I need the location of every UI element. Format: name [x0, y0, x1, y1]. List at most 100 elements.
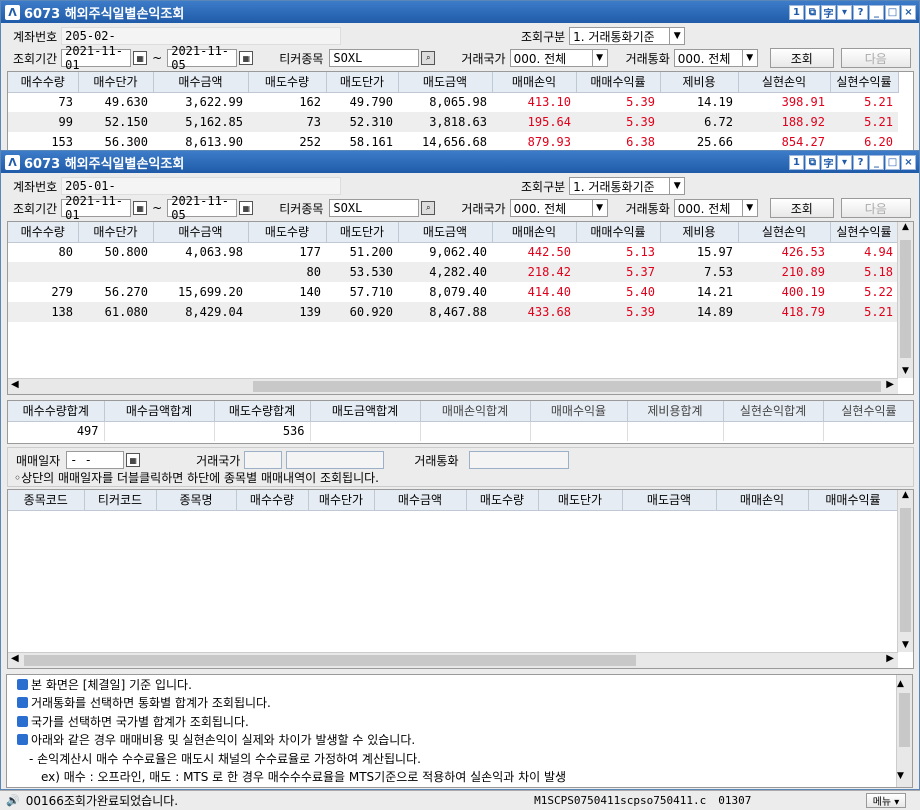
detail-vertical-scrollbar[interactable]: ▲ ▼: [897, 490, 913, 652]
scroll-right-icon[interactable]: ▶: [886, 653, 894, 664]
column-header[interactable]: 매도단가: [326, 72, 399, 93]
account-input[interactable]: 205-01-: [61, 177, 342, 195]
column-header[interactable]: 매매손익: [716, 490, 809, 511]
date-to-input[interactable]: 2021-11-05: [167, 194, 238, 222]
currency-select[interactable]: 000. 전체 ▼: [673, 49, 758, 67]
column-header[interactable]: 매도금액: [622, 490, 717, 511]
font-icon[interactable]: 字: [821, 4, 836, 20]
column-header[interactable]: 제비용: [660, 72, 739, 93]
column-header[interactable]: 티커코드: [84, 490, 157, 511]
date-to-input[interactable]: 2021-11-05: [167, 44, 238, 72]
column-header[interactable]: 매매수익률: [808, 490, 899, 511]
column-header[interactable]: 매도단가: [326, 222, 399, 243]
scroll-left-icon[interactable]: ◀: [11, 653, 19, 664]
help-icon[interactable]: ?: [853, 4, 868, 20]
column-header[interactable]: 매도수량: [466, 490, 539, 511]
ticker-input[interactable]: SOXL: [329, 199, 420, 217]
scroll-left-icon[interactable]: ◀: [11, 379, 19, 390]
result-vertical-scrollbar[interactable]: ▲ ▼: [897, 222, 913, 378]
column-header[interactable]: 매도수량: [248, 72, 327, 93]
maximize-icon[interactable]: □: [885, 154, 900, 170]
column-header[interactable]: 매도단가: [538, 490, 623, 511]
column-header[interactable]: 매수단가: [78, 72, 154, 93]
column-header[interactable]: 종목명: [156, 490, 237, 511]
options-icon[interactable]: ▾: [837, 4, 852, 20]
scroll-up-icon[interactable]: ▲: [898, 222, 913, 232]
currency-select[interactable]: 000. 전체 ▼: [673, 199, 758, 217]
column-header[interactable]: 매도금액: [398, 72, 493, 93]
column-header[interactable]: 실현수익률: [830, 222, 899, 243]
scroll-down-icon[interactable]: ▼: [898, 366, 913, 376]
calendar-icon[interactable]: ▦: [133, 201, 148, 215]
maximize-icon[interactable]: □: [885, 4, 900, 20]
column-header[interactable]: 제비용: [660, 222, 739, 243]
column-header[interactable]: 실현수익률: [830, 72, 899, 93]
copy-window-icon[interactable]: ⧉: [805, 4, 820, 20]
minimize-icon[interactable]: _: [869, 4, 884, 20]
calendar-icon[interactable]: ▦: [126, 453, 141, 467]
notes-scrollbar[interactable]: ▲ ▼: [896, 675, 912, 787]
search-button[interactable]: 조회: [769, 198, 834, 218]
scroll-thumb[interactable]: [253, 381, 881, 392]
menu-button[interactable]: 메뉴 ▾: [866, 793, 906, 808]
next-button[interactable]: 다음: [840, 48, 911, 68]
next-button[interactable]: 다음: [840, 198, 911, 218]
country-select[interactable]: 000. 전체 ▼: [509, 199, 608, 217]
column-header[interactable]: 매매수익률: [576, 72, 661, 93]
query-type-select[interactable]: 1. 거래통화기준 ▼: [569, 27, 686, 45]
column-header[interactable]: 종목코드: [8, 490, 85, 511]
table-row[interactable]: 138 61.080 8,429.04 139 60.920 8,467.88 433.68…: [8, 302, 898, 322]
table-row[interactable]: 279 56.270 15,699.20 140 57.710 8,079.40 414.4…: [8, 282, 898, 302]
calendar-icon[interactable]: ▦: [133, 51, 148, 65]
scroll-up-icon[interactable]: ▲: [898, 490, 913, 500]
pin-icon[interactable]: 1: [789, 4, 804, 20]
scroll-right-icon[interactable]: ▶: [886, 379, 894, 390]
column-header[interactable]: 실현손익: [738, 222, 831, 243]
query-type-select[interactable]: 1. 거래통화기준 ▼: [569, 177, 686, 195]
column-header[interactable]: 매수수량: [8, 72, 79, 93]
column-header[interactable]: 매수금액: [153, 72, 249, 93]
table-row[interactable]: 80 50.800 4,063.98 177 51.200 9,062.40 442.50 5…: [8, 242, 898, 262]
column-header[interactable]: 매도수량: [248, 222, 327, 243]
column-header[interactable]: 매수단가: [308, 490, 375, 511]
scroll-thumb[interactable]: [24, 655, 636, 666]
search-icon[interactable]: ⌕: [421, 201, 436, 215]
close-icon[interactable]: ×: [901, 4, 916, 20]
search-button[interactable]: 조회: [769, 48, 834, 68]
country-select[interactable]: 000. 전체 ▼: [509, 49, 608, 67]
column-header[interactable]: 매도금액: [398, 222, 493, 243]
help-icon[interactable]: ?: [853, 154, 868, 170]
minimize-icon[interactable]: _: [869, 154, 884, 170]
font-icon[interactable]: 字: [821, 154, 836, 170]
pin-icon[interactable]: 1: [789, 154, 804, 170]
options-icon[interactable]: ▾: [837, 154, 852, 170]
scroll-thumb[interactable]: [900, 508, 911, 632]
search-icon[interactable]: ⌕: [421, 51, 436, 65]
account-input[interactable]: 205-02-: [61, 27, 342, 45]
result-horizontal-scrollbar[interactable]: ◀ ▶: [8, 378, 898, 394]
detail-horizontal-scrollbar[interactable]: ◀ ▶: [8, 652, 898, 668]
column-header[interactable]: 매매손익: [492, 72, 577, 93]
scroll-thumb[interactable]: [900, 240, 911, 358]
ticker-input[interactable]: SOXL: [329, 49, 420, 67]
close-icon[interactable]: ×: [901, 154, 916, 170]
column-header[interactable]: 매수금액: [374, 490, 467, 511]
date-from-input[interactable]: 2021-11-01: [61, 194, 132, 222]
table-row[interactable]: 73 49.630 3,622.99 162 49.790 8,065.98 413.10 5…: [8, 92, 898, 112]
column-header[interactable]: 매매수익률: [576, 222, 661, 243]
column-header[interactable]: 매수금액: [153, 222, 249, 243]
table-row[interactable]: 99 52.150 5,162.85 73 52.310 3,818.63 195.64 5.…: [8, 112, 898, 132]
column-header[interactable]: 실현손익: [738, 72, 831, 93]
scroll-down-icon[interactable]: ▼: [897, 767, 912, 786]
scroll-up-icon[interactable]: ▲: [897, 675, 912, 694]
scroll-down-icon[interactable]: ▼: [898, 640, 913, 650]
scroll-thumb[interactable]: [899, 693, 910, 747]
column-header[interactable]: 매수수량: [8, 222, 79, 243]
date-from-input[interactable]: 2021-11-01: [61, 44, 132, 72]
calendar-icon[interactable]: ▦: [239, 201, 254, 215]
table-row[interactable]: 153 56.300 8,613.90 252 58.161 14,656.68 879.9…: [8, 132, 898, 150]
column-header[interactable]: 매매손익: [492, 222, 577, 243]
column-header[interactable]: 매수단가: [78, 222, 154, 243]
column-header[interactable]: 매수수량: [236, 490, 309, 511]
calendar-icon[interactable]: ▦: [239, 51, 254, 65]
